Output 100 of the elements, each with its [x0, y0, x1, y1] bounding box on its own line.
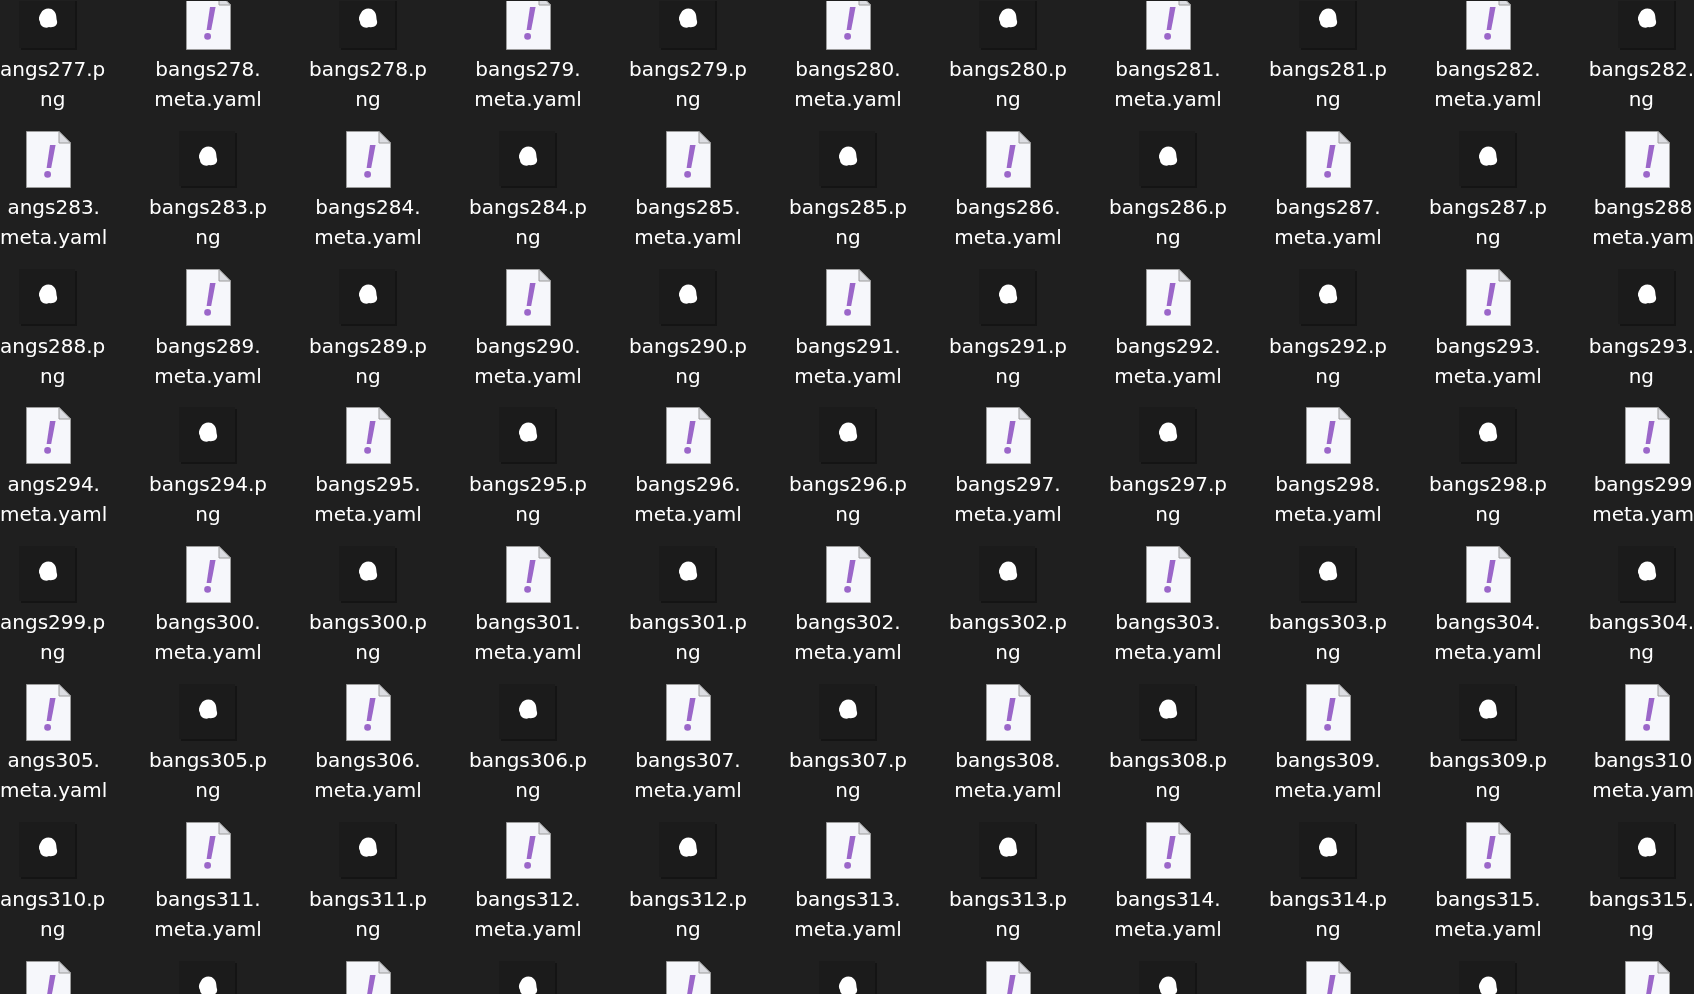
- file-exclamation-icon[interactable]: [25, 960, 71, 994]
- file-name[interactable]: bangs286.p ng: [1109, 192, 1227, 253]
- file-exclamation-icon[interactable]: [665, 130, 711, 188]
- file-name[interactable]: bangs304. meta.yaml: [1434, 607, 1542, 668]
- image-thumbnail[interactable]: [1139, 960, 1197, 994]
- file-name[interactable]: bangs293. meta.yaml: [1434, 330, 1542, 391]
- image-thumbnail[interactable]: [499, 407, 557, 465]
- file-name[interactable]: bangs279. meta.yaml: [474, 54, 582, 114]
- file-exclamation-icon[interactable]: [825, 822, 871, 880]
- file-exclamation-icon[interactable]: [1624, 684, 1670, 741]
- image-thumbnail[interactable]: [819, 130, 877, 188]
- file-name[interactable]: bangs314.p ng: [1269, 883, 1387, 944]
- image-thumbnail[interactable]: [499, 130, 557, 188]
- file-name[interactable]: bangs282. ng: [1588, 54, 1694, 114]
- file-name[interactable]: bangs278.p ng: [309, 54, 427, 114]
- image-thumbnail[interactable]: [1299, 822, 1357, 880]
- file-exclamation-icon[interactable]: [25, 684, 71, 741]
- image-thumbnail[interactable]: [339, 822, 397, 880]
- file-name[interactable]: bangs304. ng: [1588, 607, 1694, 668]
- image-thumbnail[interactable]: [659, 269, 717, 327]
- file-exclamation-icon[interactable]: [185, 269, 231, 327]
- file-name[interactable]: bangs279.p ng: [629, 54, 747, 114]
- file-name[interactable]: bangs291.p ng: [949, 330, 1067, 391]
- file-name[interactable]: bangs293. ng: [1588, 330, 1694, 391]
- file-name[interactable]: bangs309. meta.yaml: [1274, 745, 1382, 806]
- file-name[interactable]: bangs283.p ng: [149, 192, 267, 253]
- image-thumbnail[interactable]: [659, 822, 717, 880]
- file-exclamation-icon[interactable]: [665, 684, 711, 741]
- file-name[interactable]: bangs312.p ng: [629, 883, 747, 944]
- file-name[interactable]: bangs308. meta.yaml: [954, 745, 1062, 806]
- image-thumbnail[interactable]: [339, 545, 397, 603]
- file-name[interactable]: bangs313. meta.yaml: [794, 883, 902, 944]
- image-thumbnail[interactable]: [179, 407, 237, 465]
- image-thumbnail[interactable]: [19, 822, 77, 880]
- file-name[interactable]: bangs302.p ng: [949, 607, 1067, 668]
- file-name[interactable]: bangs284.p ng: [469, 192, 587, 253]
- file-name[interactable]: bangs281.p ng: [1269, 54, 1387, 114]
- file-exclamation-icon[interactable]: [1465, 269, 1511, 327]
- file-name[interactable]: bangs295.p ng: [469, 468, 587, 529]
- file-exclamation-icon[interactable]: [345, 130, 391, 188]
- image-thumbnail[interactable]: [499, 960, 557, 994]
- file-exclamation-icon[interactable]: [505, 822, 551, 880]
- file-name[interactable]: bangs306.p ng: [469, 745, 587, 806]
- image-thumbnail[interactable]: [499, 684, 557, 741]
- file-name[interactable]: bangs297. meta.yaml: [954, 468, 1062, 529]
- file-name[interactable]: bangs290.p ng: [629, 330, 747, 391]
- file-exclamation-icon[interactable]: [1305, 960, 1351, 994]
- image-thumbnail[interactable]: [1618, 0, 1676, 50]
- image-thumbnail[interactable]: [179, 684, 237, 741]
- file-exclamation-icon[interactable]: [825, 545, 871, 603]
- file-name[interactable]: bangs289.p ng: [309, 330, 427, 391]
- image-thumbnail[interactable]: [819, 960, 877, 994]
- image-thumbnail[interactable]: [1459, 684, 1517, 741]
- file-name[interactable]: bangs307. meta.yaml: [634, 745, 742, 806]
- image-thumbnail[interactable]: [1618, 822, 1676, 880]
- image-thumbnail[interactable]: [1139, 130, 1197, 188]
- file-name[interactable]: bangs315. ng: [1588, 883, 1694, 944]
- image-thumbnail[interactable]: [979, 0, 1037, 50]
- file-name[interactable]: bangs310 meta.yam: [1592, 745, 1694, 806]
- image-thumbnail[interactable]: [659, 0, 717, 50]
- file-exclamation-icon[interactable]: [1624, 130, 1670, 188]
- file-exclamation-icon[interactable]: [1465, 545, 1511, 603]
- image-thumbnail[interactable]: [979, 269, 1037, 327]
- file-name[interactable]: bangs303.p ng: [1269, 607, 1387, 668]
- file-name[interactable]: bangs282. meta.yaml: [1434, 54, 1542, 114]
- image-thumbnail[interactable]: [1139, 684, 1197, 741]
- file-exclamation-icon[interactable]: [505, 0, 551, 50]
- file-name[interactable]: angs288.p ng: [0, 330, 106, 391]
- image-thumbnail[interactable]: [1618, 545, 1676, 603]
- file-exclamation-icon[interactable]: [1465, 822, 1511, 880]
- file-name[interactable]: angs283. meta.yaml: [0, 192, 108, 253]
- file-exclamation-icon[interactable]: [1145, 269, 1191, 327]
- file-exclamation-icon[interactable]: [1145, 822, 1191, 880]
- image-thumbnail[interactable]: [1299, 269, 1357, 327]
- file-name[interactable]: angs277.p ng: [0, 54, 106, 114]
- file-name[interactable]: bangs312. meta.yaml: [474, 883, 582, 944]
- file-exclamation-icon[interactable]: [25, 130, 71, 188]
- image-thumbnail[interactable]: [19, 545, 77, 603]
- file-name[interactable]: bangs290. meta.yaml: [474, 330, 582, 391]
- file-name[interactable]: bangs296.p ng: [789, 468, 907, 529]
- file-name[interactable]: bangs297.p ng: [1109, 468, 1227, 529]
- file-name[interactable]: bangs305.p ng: [149, 745, 267, 806]
- file-name[interactable]: bangs280. meta.yaml: [794, 54, 902, 114]
- file-exclamation-icon[interactable]: [185, 545, 231, 603]
- file-exclamation-icon[interactable]: [1624, 960, 1670, 994]
- image-thumbnail[interactable]: [979, 822, 1037, 880]
- file-exclamation-icon[interactable]: [185, 0, 231, 50]
- image-thumbnail[interactable]: [19, 269, 77, 327]
- file-exclamation-icon[interactable]: [1305, 130, 1351, 188]
- file-name[interactable]: bangs314. meta.yaml: [1114, 883, 1222, 944]
- file-name[interactable]: bangs278. meta.yaml: [154, 54, 262, 114]
- file-name[interactable]: angs294. meta.yaml: [0, 468, 108, 529]
- file-name[interactable]: bangs284. meta.yaml: [314, 192, 422, 253]
- file-name[interactable]: angs310.p ng: [0, 883, 106, 944]
- file-exclamation-icon[interactable]: [985, 130, 1031, 188]
- file-name[interactable]: bangs289. meta.yaml: [154, 330, 262, 391]
- file-exclamation-icon[interactable]: [1305, 684, 1351, 741]
- file-name[interactable]: bangs287. meta.yaml: [1274, 192, 1382, 253]
- file-exclamation-icon[interactable]: [665, 960, 711, 994]
- file-exclamation-icon[interactable]: [985, 684, 1031, 741]
